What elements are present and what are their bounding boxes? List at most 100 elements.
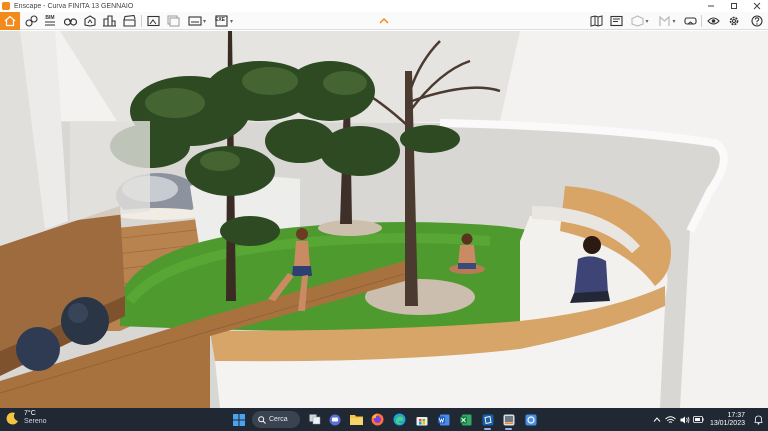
- store-icon: [416, 416, 427, 425]
- help-button[interactable]: [748, 12, 766, 30]
- settings-app-icon: [525, 414, 536, 425]
- panorama-button[interactable]: ▾: [186, 12, 208, 30]
- edge-icon: [393, 413, 406, 426]
- collaborate-button[interactable]: ▾: [654, 12, 680, 30]
- sphere-highlight: [68, 303, 88, 323]
- search-icon: [258, 415, 266, 424]
- rendered-scene: [0, 31, 768, 408]
- minimize-button[interactable]: [699, 0, 722, 12]
- material-editor-button[interactable]: ▾: [628, 12, 652, 30]
- video-editor-icon: [610, 15, 623, 27]
- settings-icon: [729, 16, 738, 26]
- tray-overflow-button[interactable]: [651, 414, 663, 426]
- window-controls: [699, 0, 768, 12]
- asset-library-button[interactable]: [82, 12, 98, 30]
- material-editor-dropdown-icon: ▾: [645, 18, 649, 25]
- window-title: Enscape - Curva FINITA 13 GENNAIO: [14, 2, 134, 10]
- file-explorer-button[interactable]: [348, 411, 365, 428]
- maximize-icon: [730, 3, 737, 9]
- excel-icon: [459, 414, 471, 425]
- volume-button[interactable]: [679, 414, 691, 426]
- help-icon: [751, 15, 763, 27]
- blue-sphere: [16, 327, 60, 371]
- settings-app-button[interactable]: [522, 411, 539, 428]
- visibility-icon: [707, 17, 720, 25]
- link-icon: [24, 15, 38, 27]
- clapperboard-icon: [123, 15, 136, 27]
- clock-time: 17:37: [727, 411, 745, 419]
- export-label: EXE: [215, 17, 226, 23]
- export-dropdown-icon: ▾: [229, 18, 233, 25]
- chat-icon: [329, 414, 340, 425]
- render-viewport[interactable]: [0, 31, 768, 408]
- close-icon: [753, 2, 760, 10]
- home-icon: [4, 15, 16, 27]
- wifi-button[interactable]: [665, 414, 677, 426]
- batch-render-button[interactable]: [165, 12, 182, 30]
- chat-button[interactable]: [326, 411, 343, 428]
- close-button[interactable]: [745, 0, 768, 12]
- taskbar-search[interactable]: Cerca: [252, 411, 300, 428]
- start-button[interactable]: [230, 411, 247, 428]
- views-button[interactable]: [588, 12, 605, 30]
- excel-button[interactable]: [457, 411, 474, 428]
- task-view-button[interactable]: [306, 411, 323, 428]
- bim-button[interactable]: BIM: [42, 12, 58, 30]
- enscape-logo-icon: [2, 2, 10, 10]
- edge-button[interactable]: [391, 411, 408, 428]
- panorama-dropdown-icon: ▾: [202, 18, 206, 25]
- collapse-toolbar-button[interactable]: [376, 12, 392, 30]
- binoculars-button[interactable]: [62, 12, 79, 30]
- start-icon: [232, 413, 245, 426]
- home-button[interactable]: [0, 12, 20, 30]
- store-button[interactable]: [413, 411, 430, 428]
- notifications-button[interactable]: [752, 414, 764, 426]
- chevron-up-icon: [379, 18, 389, 24]
- volume-icon: [680, 416, 690, 423]
- minimize-icon: [707, 5, 714, 7]
- sketchup-icon: [482, 414, 493, 425]
- video-editor-button[interactable]: [608, 12, 625, 30]
- enscape-button[interactable]: [500, 411, 517, 430]
- binoculars-icon: [64, 18, 77, 26]
- weather-widget[interactable]: 7°C Sereno: [6, 410, 47, 426]
- clock[interactable]: 17:37 13/01/2023: [710, 412, 745, 428]
- visibility-button[interactable]: [705, 12, 722, 30]
- system-tray: 17:37 13/01/2023: [650, 408, 768, 431]
- sketchup-button[interactable]: [479, 411, 496, 430]
- batch-render-icon: [167, 15, 180, 27]
- battery-button[interactable]: [693, 414, 705, 426]
- battery-icon: [693, 416, 705, 423]
- blue-sphere: [61, 297, 109, 345]
- file-explorer-icon: [350, 415, 363, 425]
- word-icon: [437, 414, 449, 425]
- collaborate-icon: [659, 15, 671, 26]
- word-button[interactable]: [435, 411, 452, 428]
- material-editor-icon: [631, 15, 645, 27]
- buildings-button[interactable]: [101, 12, 117, 30]
- bell-icon: [753, 415, 763, 425]
- screenshot-button[interactable]: [145, 12, 162, 30]
- link-button[interactable]: [22, 12, 40, 30]
- clapperboard-button[interactable]: [121, 12, 138, 30]
- vr-headset-button[interactable]: [682, 12, 698, 30]
- distant-building: [70, 121, 150, 221]
- moon-icon: [6, 412, 18, 425]
- vr-headset-icon: [683, 17, 697, 25]
- weather-temperature: 7°C: [24, 410, 36, 417]
- screenshot-icon: [147, 15, 160, 27]
- firefox-button[interactable]: [369, 411, 386, 428]
- asset-library-icon: [84, 15, 96, 27]
- search-label: Cerca: [269, 416, 288, 423]
- maximize-button[interactable]: [722, 0, 745, 12]
- toolbar-separator: [701, 15, 702, 27]
- task-view-icon: [309, 414, 320, 425]
- panorama-icon: [188, 16, 202, 26]
- weather-condition: Sereno: [24, 418, 47, 425]
- toolbar-separator: [141, 15, 142, 27]
- enscape-icon: [503, 414, 514, 425]
- bim-lines: [45, 21, 55, 26]
- firefox-icon: [371, 413, 384, 426]
- title-bar: Enscape - Curva FINITA 13 GENNAIO: [0, 0, 768, 12]
- settings-button[interactable]: [725, 12, 742, 30]
